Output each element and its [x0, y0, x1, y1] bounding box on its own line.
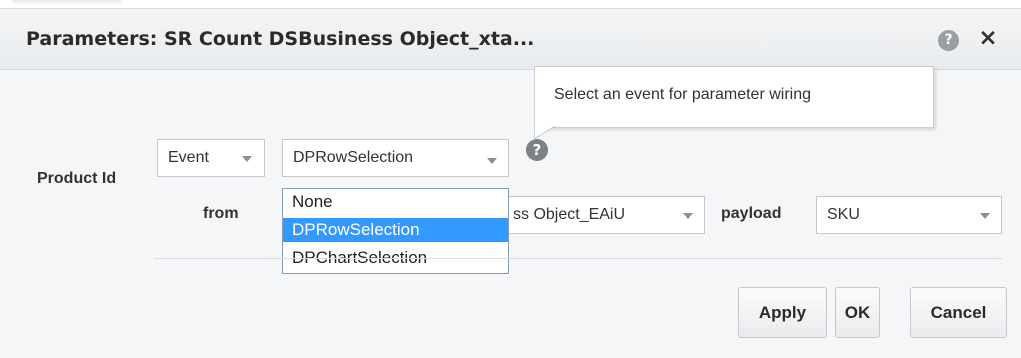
background-window-strip [0, 0, 1021, 9]
chevron-down-icon [980, 213, 990, 219]
dropdown-option-dprowselection[interactable]: DPRowSelection [283, 218, 508, 242]
tooltip-text: Select an event for parameter wiring [554, 86, 812, 103]
question-circle-icon[interactable]: ? [938, 30, 959, 51]
event-name-value: DPRowSelection [293, 149, 414, 166]
source-object-value: ss Object_EAiU [513, 206, 626, 223]
event-type-value: Event [168, 149, 209, 166]
event-name-select[interactable]: DPRowSelection [282, 139, 509, 177]
tooltip: Select an event for parameter wiring [534, 66, 934, 140]
event-type-select[interactable]: Event [157, 139, 265, 177]
question-circle-icon[interactable]: ? [526, 139, 548, 161]
divider [154, 258, 1002, 259]
tooltip-tail-fill [535, 126, 554, 138]
chevron-down-icon [487, 158, 497, 164]
payload-value: SKU [827, 206, 860, 223]
cancel-button[interactable]: Cancel [910, 287, 1007, 338]
event-dropdown-list: None DPRowSelection DPChartSelection [282, 188, 509, 274]
background-window-edge [12, 0, 122, 5]
dropdown-option-none[interactable]: None [283, 190, 508, 214]
chevron-down-icon [683, 213, 693, 219]
close-icon[interactable]: × [975, 23, 1001, 53]
payload-select[interactable]: SKU [816, 196, 1002, 234]
dialog-title: Parameters: SR Count DSBusiness Object_x… [26, 28, 535, 50]
dialog-titlebar: Parameters: SR Count DSBusiness Object_x… [0, 9, 1021, 70]
from-label: from [203, 205, 239, 222]
ok-button[interactable]: OK [835, 287, 880, 338]
source-object-select[interactable]: ss Object_EAiU [499, 196, 705, 234]
chevron-down-icon [242, 156, 252, 162]
payload-label: payload [721, 205, 782, 222]
parameter-label: Product Id [37, 170, 117, 187]
apply-button[interactable]: Apply [738, 287, 827, 338]
